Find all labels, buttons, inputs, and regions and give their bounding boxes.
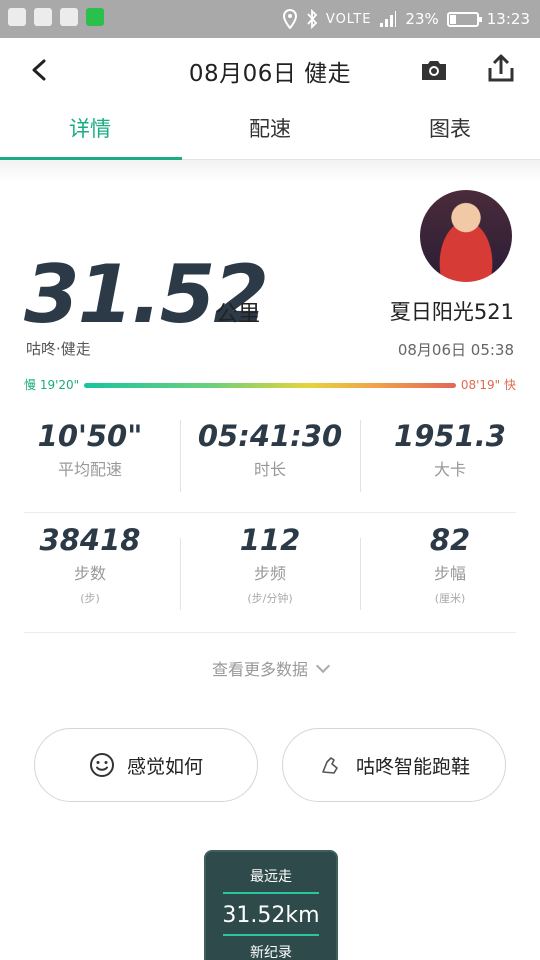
stat-value: 10'50" [37,419,143,453]
stat-duration: 05:41:30 时长 [180,418,360,510]
chevron-down-icon [315,658,331,674]
share-icon[interactable] [484,52,518,86]
stat-avg-pace: 10'50" 平均配速 [0,418,180,510]
smart-shoes-button-label: 咕咚智能跑鞋 [355,755,470,778]
page-title: 08月06日 健走 [188,61,352,87]
notification-icons [8,8,104,26]
more-data-link[interactable]: 查看更多数据 [0,656,540,680]
network-label: VOLTE [325,11,372,27]
tab-charts[interactable]: 图表 [360,102,540,159]
stat-label: 时长 [253,460,286,479]
avatar[interactable] [420,190,512,282]
stat-label: 平均配速 [57,460,122,479]
stat-value: 112 [239,523,301,557]
status-bar: VOLTE 23% 13:23 [0,0,540,38]
stat-label: 步频 [253,564,286,583]
battery-percent: 23% [405,10,439,28]
divider [24,512,516,513]
username: 夏日阳光521 [389,300,514,324]
shoe-icon [322,757,338,774]
signal-icon [380,11,397,27]
stat-value: 1951.3 [394,419,506,453]
status-indicators: VOLTE 23% 13:23 [282,0,530,38]
stat-value: 82 [429,523,471,557]
camera-icon[interactable] [418,54,450,86]
pace-slow-label: 慢 19'20" [24,378,80,392]
pace-gradient-bar [84,383,456,388]
stats-row: 38418 步数 (步) 112 步频 (步/分钟) 82 步幅 (厘米) [0,522,540,622]
activity-type: 咕咚·健走 [26,340,91,358]
stat-cadence: 112 步频 (步/分钟) [180,522,360,622]
more-data-label: 查看更多数据 [211,660,308,679]
stat-unit: (厘米) [434,592,466,605]
stats-row: 10'50" 平均配速 05:41:30 时长 1951.3 大卡 [0,418,540,510]
location-icon [282,9,297,29]
nav-bar: 08月06日 健走 [0,38,540,102]
battery-icon [446,11,482,27]
stat-value: 05:41:30 [197,419,343,453]
stat-unit: (步) [80,592,100,605]
bluetooth-icon [307,9,318,29]
badge-subtitle: 新纪录 [250,945,292,960]
qq-icon [34,8,52,26]
activity-datetime: 08月06日 05:38 [397,341,514,359]
stat-unit: (步/分钟) [247,592,293,605]
app-notification-icon [8,8,26,26]
wechat-icon [86,8,104,26]
divider [24,632,516,633]
record-badge[interactable]: 最远走 31.52km 新纪录 [204,850,338,960]
stat-label: 大卡 [433,460,466,479]
content-top-shadow [0,160,540,182]
feeling-button[interactable]: 感觉如何 [34,728,258,802]
distance-unit: 公里 [216,302,261,327]
battery-level [449,14,456,24]
tab-details[interactable]: 详情 [0,102,180,159]
tab-pace[interactable]: 配速 [180,102,360,159]
smile-icon [89,753,114,777]
tab-bar: 详情 配速 图表 [0,102,540,160]
cloud-icon [60,8,78,26]
badge-divider [223,892,319,894]
stat-label: 步幅 [433,564,466,583]
badge-divider [223,934,319,936]
stat-value: 38418 [39,523,141,557]
stat-calories: 1951.3 大卡 [360,418,540,510]
feeling-button-label: 感觉如何 [126,755,203,778]
smart-shoes-button[interactable]: 咕咚智能跑鞋 [282,728,506,802]
badge-title: 最远走 [250,869,292,885]
stat-steps: 38418 步数 (步) [0,522,180,622]
pace-fast-label: 08'19" 快 [460,378,516,392]
clock: 13:23 [486,10,530,28]
badge-value: 31.52km [222,903,320,928]
stat-stride: 82 步幅 (厘米) [360,522,540,622]
stat-label: 步数 [73,564,106,583]
